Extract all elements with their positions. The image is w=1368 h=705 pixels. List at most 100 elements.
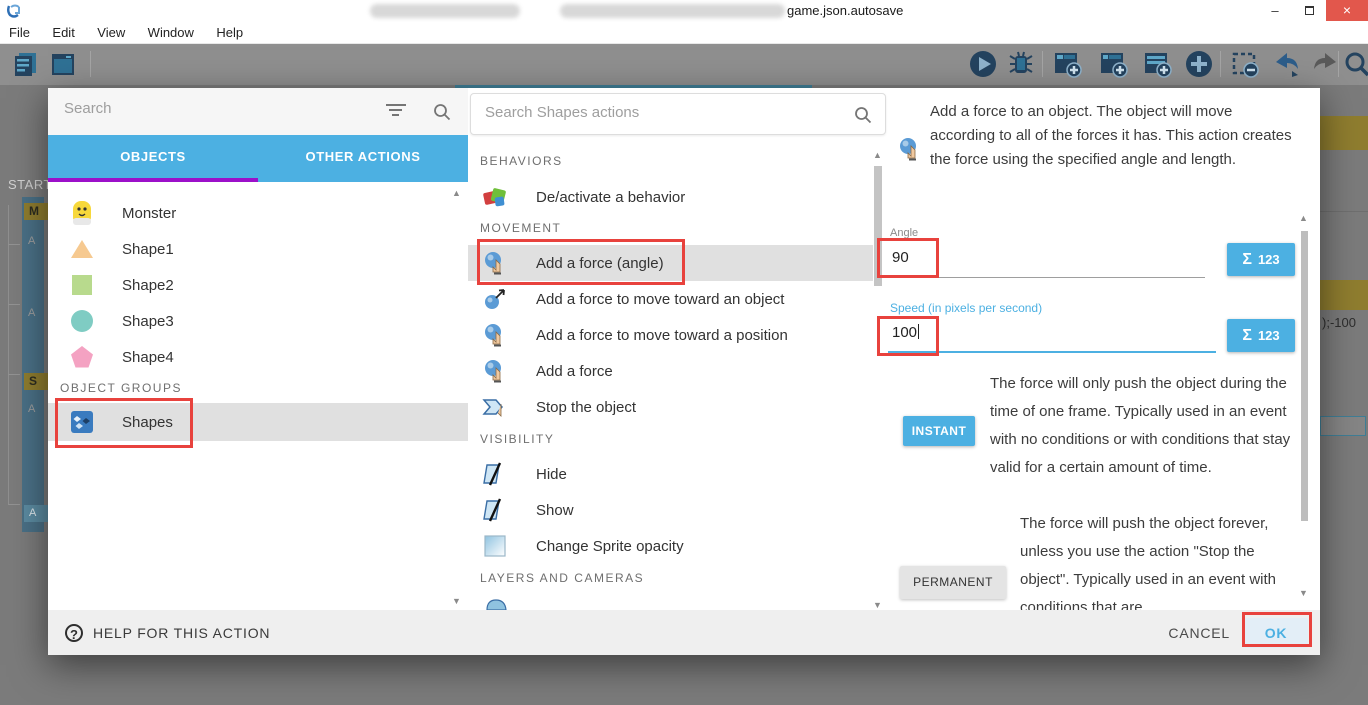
scrollbar-thumb[interactable] — [874, 166, 882, 286]
scroll-up-icon[interactable]: ▲ — [873, 150, 882, 160]
tree-line — [8, 245, 20, 305]
filter-icon[interactable] — [386, 104, 406, 118]
movement-section-header: MOVEMENT — [480, 221, 561, 235]
camera-icon-partial — [484, 596, 510, 610]
instant-button[interactable]: INSTANT — [903, 416, 975, 446]
scrollbar-thumb[interactable] — [1301, 231, 1308, 521]
selected-tab-indicator — [48, 178, 258, 182]
group-item-shapes[interactable]: Shapes — [48, 403, 468, 441]
search-toolbar-icon[interactable] — [1342, 49, 1368, 79]
object-item-shape4[interactable]: Shape4 — [48, 339, 468, 375]
object-item-shape2[interactable]: Shape2 — [48, 267, 468, 303]
action-item-stop-object[interactable]: Stop the object — [468, 389, 873, 425]
object-search-bar — [48, 88, 468, 135]
object-label: Shape1 — [122, 241, 174, 258]
circle-thumbnail-icon — [70, 308, 94, 334]
visibility-section-header: VISIBILITY — [480, 432, 554, 446]
object-item-shape1[interactable]: Shape1 — [48, 231, 468, 267]
speed-field-input[interactable]: 100 — [892, 324, 919, 341]
tab-objects-label: OBJECTS — [120, 149, 186, 164]
action-label: Add a force to move toward a position — [536, 327, 788, 344]
action-item-force-toward-position[interactable]: Add a force to move toward a position — [468, 317, 873, 353]
project-manager-icon[interactable] — [11, 49, 41, 79]
object-label: Shape4 — [122, 349, 174, 366]
object-item-monster[interactable]: Monster — [48, 195, 468, 231]
action-label: Stop the object — [536, 399, 636, 416]
search-icon[interactable] — [853, 105, 873, 125]
title-bar: game.json.autosave – × — [0, 0, 1368, 22]
event-row-selected: A — [24, 505, 48, 522]
events-sheet-left-fragment: START M A A S A A — [0, 85, 48, 705]
play-preview-icon[interactable] — [968, 49, 998, 79]
group-label: Shapes — [122, 414, 173, 431]
menu-help[interactable]: Help — [207, 22, 252, 43]
scroll-down-icon[interactable]: ▼ — [1299, 588, 1308, 598]
scroll-up-icon[interactable]: ▲ — [452, 188, 461, 198]
scroll-down-icon[interactable]: ▼ — [873, 600, 882, 610]
action-item-deactivate-behavior[interactable]: De/activate a behavior — [468, 179, 873, 215]
tree-line — [8, 205, 20, 245]
menu-window[interactable]: Window — [139, 22, 203, 43]
object-item-shape3[interactable]: Shape3 — [48, 303, 468, 339]
debug-icon[interactable] — [1006, 49, 1036, 79]
redo-icon[interactable] — [1310, 49, 1340, 79]
scroll-down-icon[interactable]: ▼ — [452, 596, 461, 606]
speed-expression-button[interactable]: Σ123 — [1227, 319, 1295, 352]
minimize-button[interactable]: – — [1258, 0, 1292, 21]
application-window: game.json.autosave – × File Edit View Wi… — [0, 0, 1368, 705]
add-circle-icon[interactable] — [1184, 49, 1214, 79]
gdevelop-logo-icon — [6, 3, 22, 19]
dialog-footer: ? HELP FOR THIS ACTION CANCEL OK — [48, 610, 1320, 655]
angle-field-underline — [888, 277, 1205, 278]
event-field-fragment — [1320, 416, 1366, 436]
speed-value: 100 — [892, 324, 917, 341]
action-item-force-toward-object[interactable]: Add a force to move toward an object — [468, 281, 873, 317]
cancel-button[interactable]: CANCEL — [1168, 625, 1230, 641]
action-item-add-force[interactable]: Add a force — [468, 353, 873, 389]
help-link[interactable]: HELP FOR THIS ACTION — [93, 625, 270, 641]
ok-button[interactable]: OK — [1244, 618, 1308, 648]
restore-button[interactable] — [1292, 0, 1326, 21]
actions-search-input[interactable] — [485, 104, 815, 121]
close-button[interactable]: × — [1326, 0, 1368, 21]
help-icon[interactable]: ? — [65, 624, 83, 642]
details-scrollbar[interactable]: ▲ ▼ — [1298, 213, 1310, 598]
add-comment-icon[interactable] — [1142, 49, 1172, 79]
object-search-input[interactable] — [64, 100, 364, 117]
tab-objects[interactable]: OBJECTS — [48, 135, 258, 182]
scroll-up-icon[interactable]: ▲ — [1299, 213, 1308, 223]
add-subevent-icon[interactable] — [1098, 49, 1128, 79]
show-icon — [482, 497, 508, 523]
add-event-icon[interactable] — [1052, 49, 1082, 79]
tree-line — [8, 375, 20, 505]
menu-file[interactable]: File — [0, 22, 39, 43]
force-hand-icon — [482, 358, 508, 384]
angle-field-input[interactable]: 90 — [892, 249, 909, 266]
action-item-hide[interactable]: Hide — [468, 456, 873, 492]
menu-view[interactable]: View — [88, 22, 134, 43]
object-label: Monster — [122, 205, 176, 222]
event-action-letter: A — [28, 403, 35, 415]
event-column-bar — [22, 197, 44, 532]
delete-event-icon[interactable] — [1230, 49, 1260, 79]
monster-thumbnail-icon — [70, 200, 94, 226]
stop-object-icon — [482, 394, 508, 420]
menu-edit[interactable]: Edit — [43, 22, 83, 43]
action-description: Add a force to an object. The object wil… — [930, 100, 1292, 172]
actions-scrollbar[interactable]: ▲ ▼ — [872, 150, 884, 610]
action-label: Add a force to move toward an object — [536, 291, 784, 308]
tab-other-actions[interactable]: OTHER ACTIONS — [258, 135, 468, 182]
expression-button-label: 123 — [1258, 328, 1280, 343]
permanent-button[interactable]: PERMANENT — [900, 566, 1006, 599]
actions-search-bar — [470, 93, 886, 135]
search-icon[interactable] — [432, 102, 452, 122]
undo-icon[interactable] — [1272, 49, 1302, 79]
action-item-change-opacity[interactable]: Change Sprite opacity — [468, 528, 873, 564]
action-item-show[interactable]: Show — [468, 492, 873, 528]
scene-editor-icon[interactable] — [48, 49, 78, 79]
action-label: Hide — [536, 466, 567, 483]
action-item-add-force-angle[interactable]: Add a force (angle) — [468, 245, 873, 281]
angle-value: 90 — [892, 249, 909, 266]
angle-expression-button[interactable]: Σ123 — [1227, 243, 1295, 276]
force-arrow-icon — [482, 286, 508, 312]
